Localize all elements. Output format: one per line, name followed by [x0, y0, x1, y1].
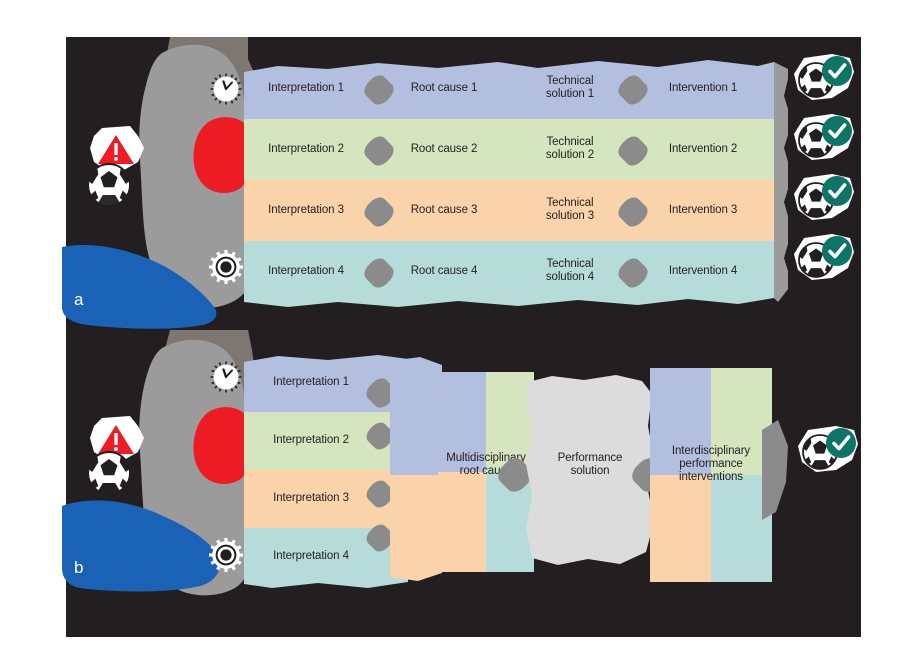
quad-color-3 — [650, 475, 711, 582]
cell-a-r3-technical: Technical solution 3 — [545, 197, 595, 222]
cell-b-r4-interpretation: Interpretation 4 — [273, 550, 349, 562]
gear-icon — [209, 538, 243, 572]
cell-a-r4-intervention: Intervention 4 — [668, 265, 738, 277]
quad-color-3 — [438, 472, 486, 572]
clock-icon — [210, 73, 242, 105]
cell-a-r1-technical: Technical solution 1 — [545, 75, 595, 100]
cell-b-r1-interpretation: Interpretation 1 — [273, 376, 349, 388]
interdisciplinary-interventions-label: Interdisciplinary performance interventi… — [671, 445, 751, 483]
soccer-ball-check-icon-1 — [794, 54, 854, 100]
panel-a-letter-shape — [62, 245, 217, 329]
cell-a-r1-rootcause: Root cause 1 — [410, 82, 478, 94]
soccer-ball-check-icon-2 — [794, 114, 854, 160]
cell-a-r3-interpretation: Interpretation 3 — [268, 204, 344, 216]
panel-b-right-wedge — [762, 420, 788, 520]
soccer-ball-icon — [87, 451, 131, 495]
soccer-ball-icon — [87, 163, 131, 207]
cell-a-r3-rootcause: Root cause 3 — [410, 204, 478, 216]
cell-a-r2-intervention: Intervention 2 — [668, 143, 738, 155]
cell-a-r4-rootcause: Root cause 4 — [410, 265, 478, 277]
cell-a-r1-interpretation: Interpretation 1 — [268, 82, 344, 94]
panel-a-letter: a — [74, 290, 84, 309]
band-right-wedge-a — [774, 62, 788, 302]
cell-b-r3-interpretation: Interpretation 3 — [273, 492, 349, 504]
cell-a-r4-technical: Technical solution 4 — [545, 258, 595, 283]
cell-a-r2-interpretation: Interpretation 2 — [268, 143, 344, 155]
check-circle — [822, 236, 852, 266]
check-circle — [826, 428, 856, 458]
clock-icon — [210, 361, 242, 393]
cell-a-r1-intervention: Intervention 1 — [668, 82, 738, 94]
gear-icon — [209, 250, 243, 284]
cell-a-r3-intervention: Intervention 3 — [668, 204, 738, 216]
figure-canvas: Interpretation 1 Root cause 1 Technical … — [0, 0, 900, 651]
soccer-ball-check-icon-b — [798, 426, 858, 472]
check-circle — [822, 116, 852, 146]
soccer-ball-check-icon-4 — [794, 234, 854, 280]
panel-b-letter: b — [74, 558, 84, 577]
soccer-ball-check-icon-3 — [794, 174, 854, 220]
cell-a-r2-technical: Technical solution 2 — [545, 136, 595, 161]
check-circle — [822, 176, 852, 206]
cell-a-r4-interpretation: Interpretation 4 — [268, 265, 344, 277]
cell-b-r2-interpretation: Interpretation 2 — [273, 434, 349, 446]
check-circle — [822, 56, 852, 86]
cell-a-r2-rootcause: Root cause 2 — [410, 143, 478, 155]
